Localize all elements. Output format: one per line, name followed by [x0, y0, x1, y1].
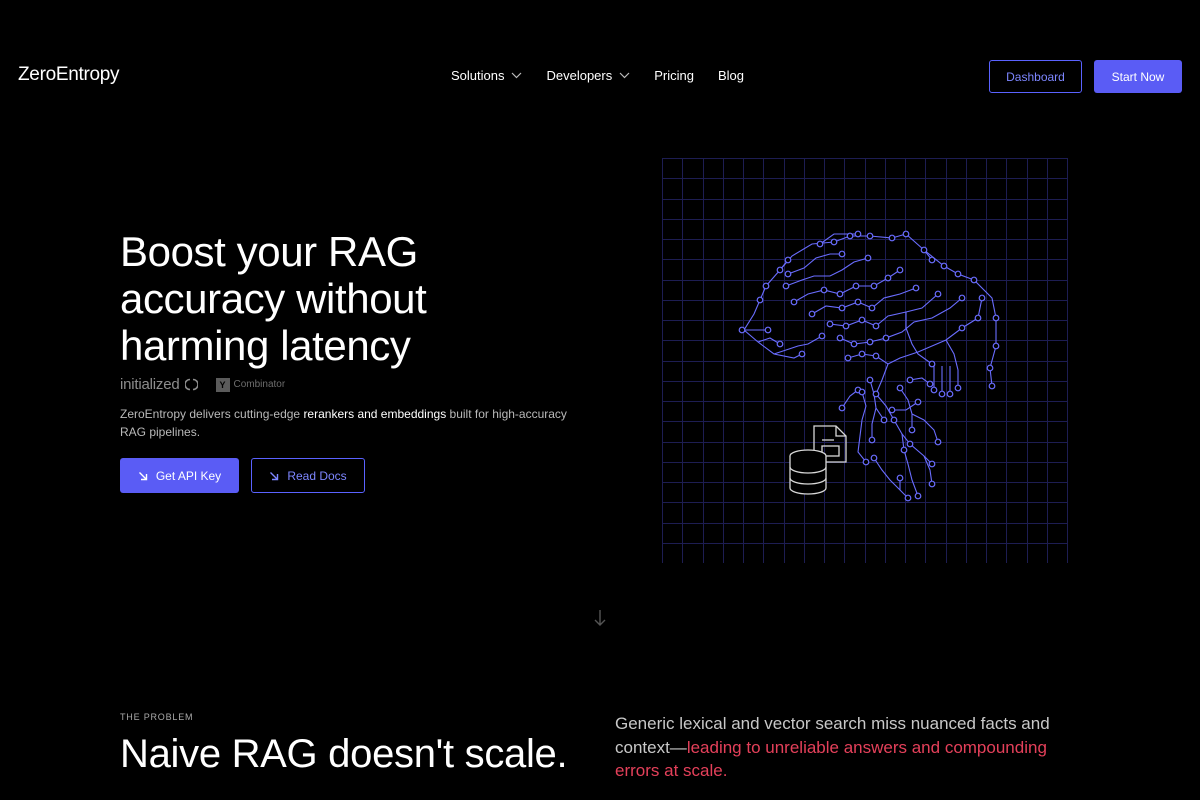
nav-item-label: Blog: [718, 68, 745, 83]
yc-text: Combinator: [233, 379, 286, 390]
nav-item-pricing[interactable]: Pricing: [654, 68, 694, 83]
start-now-button[interactable]: Start Now: [1094, 60, 1182, 93]
read-docs-label: Read Docs: [287, 468, 347, 483]
arrow-down-right-icon: [138, 471, 148, 481]
brain-circuit-illustration: [662, 158, 1068, 564]
y-combinator-logo: Y Combinator: [215, 377, 286, 392]
get-api-key-button[interactable]: Get API Key: [120, 458, 239, 493]
nav-item-label: Solutions: [451, 68, 505, 83]
section-eyebrow: THE PROBLEM: [120, 712, 194, 722]
arrow-down-icon[interactable]: [593, 609, 607, 627]
top-navigation: ZeroEntropy Solutions Developers Pricing…: [0, 0, 1200, 152]
chevron-down-icon: [511, 72, 522, 79]
description-text: ZeroEntropy delivers cutting-edge: [120, 407, 304, 421]
initialized-mark-icon: [183, 378, 199, 391]
description-highlight: rerankers and embeddings: [303, 407, 447, 421]
nav-item-solutions[interactable]: Solutions: [451, 68, 522, 83]
read-docs-button[interactable]: Read Docs: [251, 458, 365, 493]
nav-links: Solutions Developers Pricing Blog: [451, 68, 768, 83]
backer-logos: initialized Y Combinator: [120, 376, 285, 393]
nav-item-label: Developers: [546, 68, 613, 83]
nav-item-label: Pricing: [654, 68, 694, 83]
nav-item-developers[interactable]: Developers: [546, 68, 630, 83]
database-icon: [789, 449, 827, 495]
yc-mark: Y: [215, 377, 230, 392]
logo[interactable]: ZeroEntropy: [18, 64, 120, 86]
hero-description: ZeroEntropy delivers cutting-edge rerank…: [120, 405, 580, 441]
initialized-logo: initialized: [120, 376, 180, 393]
dashboard-button[interactable]: Dashboard: [989, 60, 1082, 93]
problem-description: Generic lexical and vector search miss n…: [615, 712, 1095, 783]
chevron-down-icon: [619, 72, 630, 79]
problem-title: Naive RAG doesn't scale.: [120, 732, 568, 776]
hero-title: Boost your RAG accuracy without harming …: [120, 228, 427, 369]
arrow-down-right-icon: [269, 471, 279, 481]
nav-item-blog[interactable]: Blog: [718, 68, 744, 83]
get-api-key-label: Get API Key: [155, 468, 222, 483]
